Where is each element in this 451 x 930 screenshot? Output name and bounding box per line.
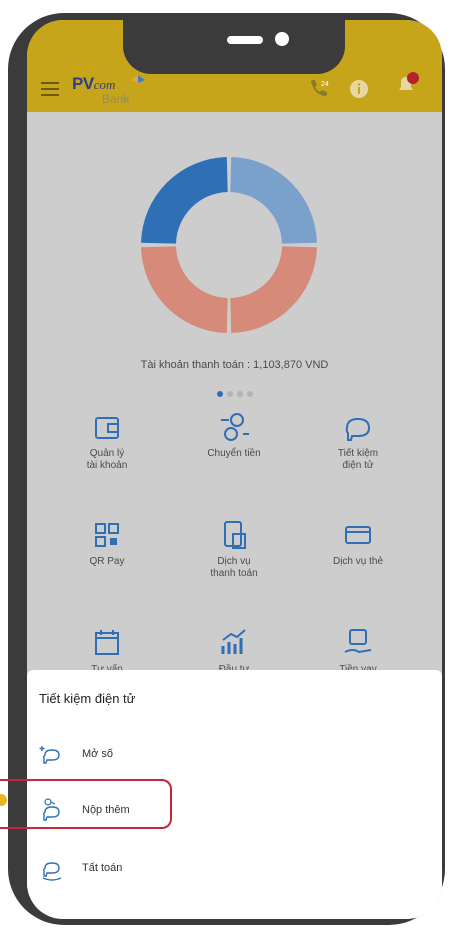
menu-icon[interactable] [41,82,59,96]
piggy-bank-icon [345,417,371,441]
option-label: Tất toán [82,862,123,874]
service-calendar[interactable]: Tư vấn [47,626,167,676]
service-card[interactable]: Dịch vụ thẻ [298,518,418,568]
donut-segment [141,246,228,333]
investment-chart-icon [221,629,246,654]
service-loan[interactable]: Tiền vay [298,626,418,676]
service-qr-code[interactable]: QR Pay [47,518,167,568]
donut-segment [141,157,228,244]
phone-notch [123,20,345,74]
transfer-icon [221,413,249,441]
camera [275,32,289,46]
hotline-badge: 24 [321,81,329,88]
service-label: Dịch vụ thanh toán [210,556,258,579]
balance-summary: Tài khoản thanh toán : 1,103,870 VND [27,112,442,397]
notification-bell-icon[interactable] [393,70,421,98]
sheet-title: Tiết kiệm điện tử [39,691,136,706]
donut-segment [230,157,317,244]
qr-code-icon [95,523,119,547]
service-bill-payment[interactable]: Dịch vụ thanh toán [174,518,294,580]
service-label: Tiết kiệm điện tử [337,448,379,471]
service-label: Quản lý tài khoản [86,448,128,471]
carousel-dot[interactable] [216,391,223,397]
service-label: QR Pay [89,556,125,567]
piggy-plus-icon [39,746,60,764]
calendar-icon [95,630,119,655]
loan-icon [344,629,372,654]
carousel-dots[interactable] [27,384,442,402]
account-balance-text: Tài khoản thanh toán : 1,103,870 VND [140,359,329,371]
brand-sub: Bank [102,92,130,106]
carousel-dot[interactable] [226,391,233,397]
carousel-dot[interactable] [236,391,243,397]
hotline-icon[interactable]: 24 [307,78,329,100]
brand-script: com [93,77,116,92]
brand-logo: PVcom Bank [72,74,145,108]
info-icon[interactable] [348,78,370,100]
highlight-deposit-more [0,779,172,829]
service-wallet[interactable]: Quản lý tài khoản [47,410,167,472]
service-investment-chart[interactable]: Đầu tư [174,626,294,676]
service-transfer[interactable]: Chuyển tiền [174,410,294,460]
service-label: Chuyển tiền [207,448,261,459]
brand-mark-icon [131,75,145,83]
brand-name: PV [72,74,94,93]
wallet-icon [95,417,119,439]
bill-payment-icon [224,521,246,549]
service-piggy-bank[interactable]: Tiết kiệm điện tử [298,410,418,472]
option-open-account[interactable]: Mở số [39,740,339,770]
piggy-withdraw-icon [42,862,62,881]
service-label: Dịch vụ thẻ [332,556,384,567]
speaker [227,36,263,44]
option-label: Mở số [82,748,114,760]
donut-segment [230,246,317,333]
carousel-dot[interactable] [246,391,253,397]
card-icon [345,526,371,544]
option-settle[interactable]: Tất toán [39,854,339,884]
balance-donut-chart [141,157,317,333]
